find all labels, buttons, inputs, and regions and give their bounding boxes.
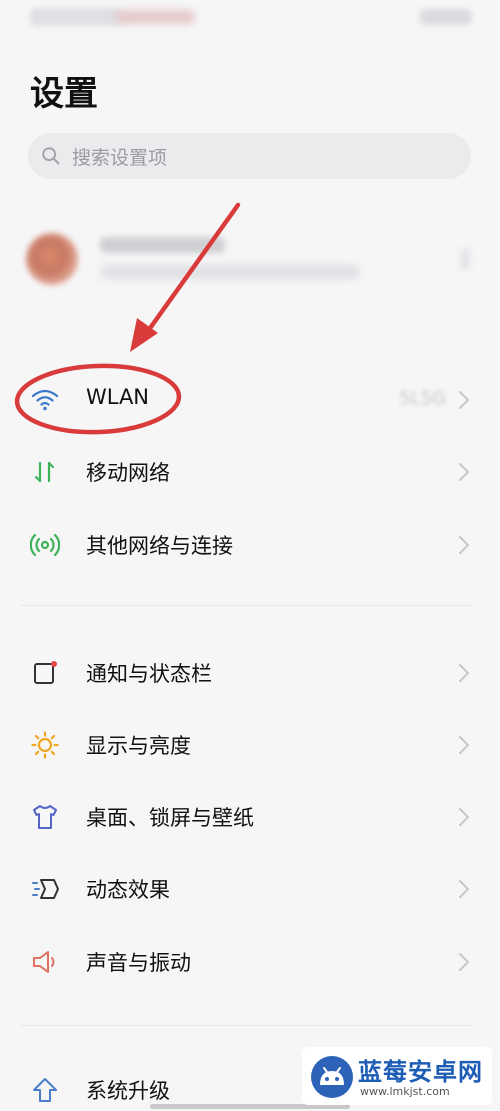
- chevron-right-icon: [459, 536, 469, 554]
- desktop-label: 桌面、锁屏与壁纸: [86, 806, 254, 830]
- account-card[interactable]: [26, 227, 476, 297]
- settings-item-notifications[interactable]: 通知与状态栏: [0, 643, 500, 701]
- wifi-icon: [31, 389, 59, 411]
- search-placeholder: 搜索设置项: [72, 146, 168, 169]
- wireless-connect-icon: [30, 533, 60, 557]
- chevron-right-icon: [459, 808, 469, 826]
- account-name: [100, 237, 225, 253]
- section-divider: [20, 1025, 472, 1026]
- wlan-network-name: 5L5G: [399, 388, 446, 409]
- chevron-right-icon: [459, 463, 469, 481]
- mobile-data-icon: [34, 461, 55, 483]
- mobile-network-label: 移动网络: [86, 461, 170, 485]
- status-time: [30, 8, 122, 26]
- sound-label: 声音与振动: [86, 951, 191, 975]
- tshirt-icon: [33, 805, 57, 829]
- settings-item-desktop[interactable]: 桌面、锁屏与壁纸: [0, 787, 500, 845]
- sun-icon: [31, 731, 59, 759]
- upgrade-arrow-icon: [33, 1078, 57, 1102]
- chevron-right-icon: [459, 880, 469, 898]
- speaker-icon: [33, 951, 55, 973]
- search-input[interactable]: 搜索设置项: [28, 133, 471, 179]
- settings-item-sound[interactable]: 声音与振动: [0, 932, 500, 990]
- wlan-label: WLAN: [86, 385, 150, 409]
- settings-item-display[interactable]: 显示与亮度: [0, 715, 500, 773]
- settings-item-other-networks[interactable]: 其他网络与连接: [0, 515, 500, 573]
- status-notification-icons: [115, 10, 195, 24]
- section-divider: [20, 605, 472, 606]
- settings-item-mobile-network[interactable]: 移动网络: [0, 442, 500, 500]
- watermark-title: 蓝莓安卓网: [358, 1058, 483, 1086]
- search-icon: [42, 147, 60, 165]
- chevron-right-icon: [460, 249, 470, 269]
- settings-item-wlan[interactable]: WLAN 5L5G: [0, 370, 500, 428]
- chevron-right-icon: [459, 953, 469, 971]
- effects-label: 动态效果: [86, 878, 170, 902]
- notification-icon: [34, 661, 57, 684]
- system-upgrade-label: 系统升级: [86, 1079, 170, 1103]
- motion-effect-icon: [32, 879, 59, 899]
- other-networks-label: 其他网络与连接: [86, 534, 233, 558]
- watermark: 蓝莓安卓网 www.lmkjst.com: [302, 1047, 492, 1105]
- account-subtitle: [100, 265, 360, 279]
- chevron-right-icon: [459, 736, 469, 754]
- settings-item-effects[interactable]: 动态效果: [0, 859, 500, 917]
- settings-screen: 设置 搜索设置项 WLAN 5L5G 移动网络 其他网络与连接 通知与状态栏 显…: [0, 0, 500, 1111]
- avatar: [26, 233, 78, 285]
- chevron-right-icon: [459, 664, 469, 682]
- display-label: 显示与亮度: [86, 734, 191, 758]
- battery-icon: [420, 9, 472, 25]
- page-title: 设置: [30, 74, 98, 114]
- watermark-url: www.lmkjst.com: [360, 1085, 450, 1098]
- annotation-arrowhead: [130, 318, 158, 352]
- notifications-label: 通知与状态栏: [86, 662, 212, 686]
- chevron-right-icon: [459, 391, 469, 409]
- android-logo-icon: [311, 1056, 353, 1098]
- status-bar: [0, 0, 500, 40]
